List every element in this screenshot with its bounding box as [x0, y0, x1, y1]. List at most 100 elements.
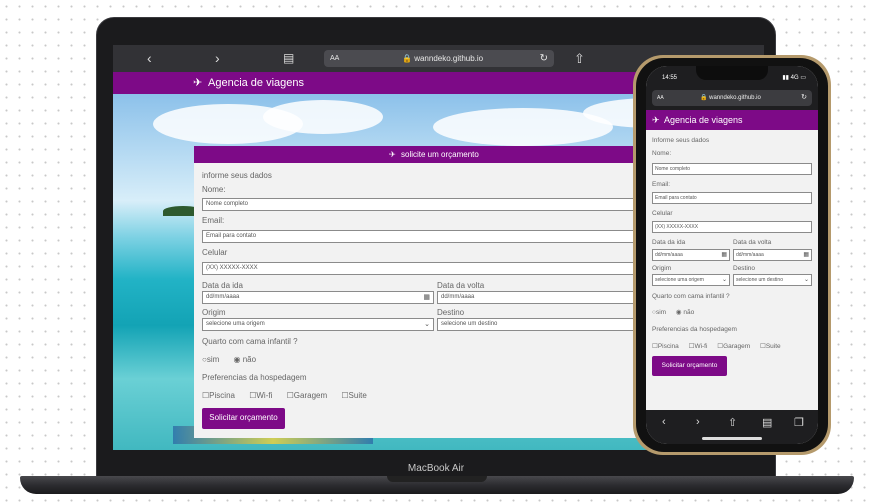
phone-address-bar: AA 🔒 wanndeko.github.io ↻ — [646, 86, 818, 110]
checkbox-suite[interactable]: ☐Suite — [341, 391, 372, 400]
phone-checkbox-wifi[interactable]: ☐Wi-fi — [689, 343, 712, 350]
return-label: Data da volta — [437, 281, 485, 290]
phone-return-label: Data da volta — [733, 239, 772, 246]
phone-origin-label: Origim — [652, 265, 672, 272]
signal-indicator: ▮▮ 4G ▭ — [782, 75, 806, 81]
chevron-down-icon: ⌄ — [803, 277, 809, 283]
phone-email-field[interactable]: Email para contato — [652, 192, 812, 204]
name-label: Nome: — [202, 185, 226, 194]
phone-radio-sim-label: sim — [655, 309, 667, 316]
phone-radio-nao-label: não — [683, 309, 695, 316]
phone-crib-radio-group: ○sim ◉ não — [652, 309, 702, 317]
phone-prefs-checkbox-group: ☐Piscina ☐Wi-fi ☐Garagem ☐Suite — [652, 343, 789, 351]
phone-radio-nao[interactable]: ◉ não — [676, 309, 698, 316]
form-heading: solicite um orçamento — [401, 150, 479, 159]
tabs-icon[interactable]: ❐ — [794, 416, 804, 429]
phone-destination-value: selecione um destino — [736, 277, 783, 283]
phone-radio-sim[interactable]: ○sim — [652, 309, 670, 316]
phone-phone-label: Celular — [652, 210, 673, 217]
chevron-left-icon[interactable]: ‹ — [147, 50, 152, 67]
phone-text-size-button[interactable]: AA — [657, 90, 664, 106]
radio-nao[interactable]: ◉ não — [234, 355, 263, 364]
airplane-icon: ✈ — [652, 115, 660, 125]
phone-destination-label: Destino — [733, 265, 756, 272]
phone-email-label: Email: — [652, 181, 671, 188]
chevron-right-icon[interactable]: › — [215, 50, 220, 67]
phone-checkbox-piscina-label: Piscina — [657, 343, 679, 350]
chevron-down-icon: ⌄ — [721, 277, 727, 283]
reload-icon[interactable]: ↻ — [801, 90, 807, 106]
phone-checkbox-piscina[interactable]: ☐Piscina — [652, 343, 683, 350]
share-icon[interactable]: ⇧ — [728, 416, 737, 429]
phone-return-date-value: dd/mm/aaaa — [736, 252, 764, 258]
submit-quote-button[interactable]: Solicitar orçamento — [202, 408, 285, 429]
phone-screen: 14:55 ▮▮ 4G ▭ AA 🔒 wanndeko.github.io ↻ … — [646, 66, 818, 444]
chevron-right-icon[interactable]: › — [696, 416, 700, 428]
phone-url-text: 🔒 wanndeko.github.io — [700, 95, 761, 101]
url-value: wanndeko.github.io — [414, 54, 484, 63]
phone-site-header: ✈ Agencia de viagens — [646, 110, 818, 130]
destination-label: Destino — [437, 308, 465, 317]
phone-section-label: Informe seus dados — [652, 137, 710, 144]
phone-crib-question: Quarto com cama infantil ? — [652, 293, 730, 300]
crib-radio-group: ○sim ◉ não — [202, 355, 268, 365]
origin-label: Origim — [202, 308, 226, 317]
section-label: informe seus dados — [202, 171, 272, 180]
phone-origin-select[interactable]: selecione uma origem ⌄ — [652, 274, 730, 286]
phone-checkbox-garagem-label: Garagem — [723, 343, 751, 350]
checkbox-garagem[interactable]: ☐Garagem — [287, 391, 334, 400]
book-icon[interactable]: ▤ — [762, 416, 772, 429]
phone-checkbox-suite-label: Suite — [765, 343, 781, 350]
checkbox-suite-label: Suite — [348, 391, 367, 400]
phone-name-label: Nome: — [652, 150, 672, 157]
phone-label: Celular — [202, 248, 228, 257]
home-indicator[interactable] — [702, 437, 762, 440]
checkbox-wifi-label: Wi-fi — [256, 391, 273, 400]
checkbox-wifi[interactable]: ☐Wi-fi — [249, 391, 278, 400]
radio-sim[interactable]: ○sim — [202, 355, 225, 364]
address-bar[interactable]: AA 🔒 wanndeko.github.io ↻ — [324, 50, 554, 67]
site-title[interactable]: Agencia de viagens — [208, 72, 304, 94]
radio-sim-label: sim — [206, 355, 220, 364]
phone-url-field[interactable]: AA 🔒 wanndeko.github.io ↻ — [652, 90, 812, 106]
checkbox-garagem-label: Garagem — [293, 391, 328, 400]
departure-label: Data da ida — [202, 281, 243, 290]
departure-date-value: dd/mm/aaaa — [206, 294, 240, 300]
phone-checkbox-garagem[interactable]: ☐Garagem — [717, 343, 754, 350]
status-bar: 14:55 ▮▮ 4G ▭ — [646, 66, 818, 86]
reload-icon[interactable]: ↻ — [540, 50, 548, 67]
departure-date-field[interactable]: dd/mm/aaaa ▦ — [202, 291, 434, 304]
phone-site-title[interactable]: Agencia de viagens — [664, 110, 743, 130]
phone-name-field[interactable]: Nome completo — [652, 163, 812, 175]
phone-prefs-label: Preferencias da hospedagem — [652, 326, 737, 333]
checkbox-piscina-label: Piscina — [209, 391, 235, 400]
phone-url-value: wanndeko.github.io — [709, 95, 761, 101]
phone-submit-quote-button[interactable]: Solicitar orçamento — [652, 356, 727, 376]
url-text: 🔒 wanndeko.github.io — [402, 54, 484, 63]
share-icon[interactable]: ⇧ — [574, 50, 585, 67]
phone-checkbox-wifi-label: Wi-fi — [694, 343, 708, 350]
text-size-button[interactable]: AA — [330, 50, 339, 67]
book-icon[interactable]: ▤ — [283, 50, 294, 67]
airplane-icon: ✈ — [389, 150, 396, 159]
phone-checkbox-suite[interactable]: ☐Suite — [760, 343, 785, 350]
checkbox-piscina[interactable]: ☐Piscina — [202, 391, 241, 400]
crib-question: Quarto com cama infantil ? — [202, 337, 298, 346]
airplane-icon: ✈ — [193, 77, 203, 89]
phone-return-date-field[interactable]: dd/mm/aaaa ▦ — [733, 249, 812, 261]
origin-select-value: selecione uma origem — [206, 321, 265, 327]
origin-select[interactable]: selecione uma origem ⌄ — [202, 318, 434, 331]
phone-origin-value: selecione uma origem — [655, 277, 704, 283]
phone-destination-select[interactable]: selecione um destino ⌄ — [733, 274, 812, 286]
calendar-icon[interactable]: ▦ — [423, 292, 430, 303]
phone-departure-date-field[interactable]: dd/mm/aaaa ▦ — [652, 249, 730, 261]
laptop-base — [20, 476, 854, 494]
radio-nao-label: não — [242, 355, 257, 364]
calendar-icon[interactable]: ▦ — [721, 250, 727, 260]
status-time: 14:55 — [662, 75, 678, 81]
phone-departure-label: Data da ida — [652, 239, 686, 246]
phone-phone-field[interactable]: (XX) XXXXX-XXXX — [652, 221, 812, 233]
prefs-label: Preferencias da hospedagem — [202, 373, 307, 382]
chevron-left-icon[interactable]: ‹ — [662, 416, 666, 428]
calendar-icon[interactable]: ▦ — [803, 250, 809, 260]
